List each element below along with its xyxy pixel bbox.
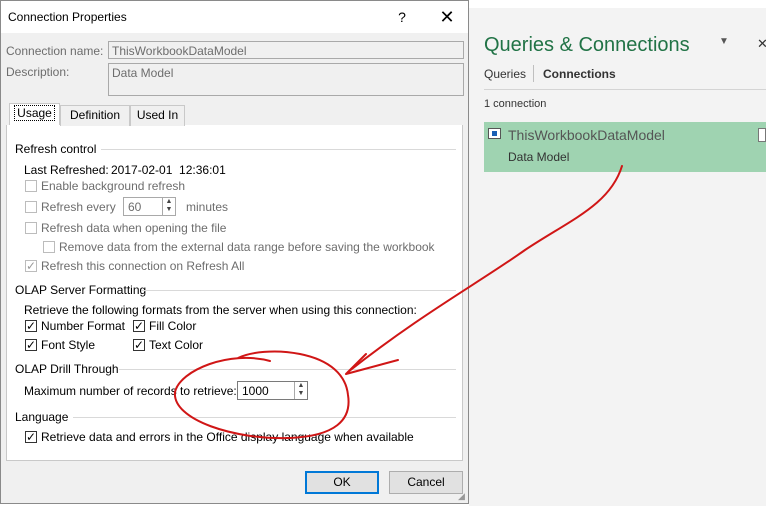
spinner-buttons[interactable]: ▲ ▼	[294, 382, 307, 399]
remove-data-checkbox[interactable]	[43, 241, 55, 253]
refresh-all-checkbox[interactable]: ✓	[25, 260, 37, 272]
fill-color-checkbox[interactable]: ✓	[133, 320, 145, 332]
spin-up-icon[interactable]: ▲	[295, 382, 307, 390]
pane-divider	[484, 89, 766, 90]
dialog-title: Connection Properties	[8, 10, 127, 24]
connection-count: 1 connection	[484, 98, 547, 110]
retrieve-language-checkbox[interactable]: ✓	[25, 431, 37, 443]
max-records-label: Maximum number of records to retrieve:	[24, 384, 237, 398]
section-divider	[73, 417, 456, 418]
font-style-label: Font Style	[41, 338, 96, 352]
description-label: Description:	[6, 65, 70, 79]
refresh-all-label: Refresh this connection on Refresh All	[41, 259, 245, 273]
connection-name-field[interactable]: ThisWorkbookDataModel	[108, 41, 464, 59]
resize-grip-icon[interactable]: ◢	[458, 491, 465, 502]
tab-usage-label: Usage	[14, 105, 55, 121]
background-refresh-label: Enable background refresh	[41, 179, 186, 193]
connection-item-name: ThisWorkbookDataModel	[508, 127, 665, 143]
font-style-checkbox[interactable]: ✓	[25, 339, 37, 351]
max-records-spinner[interactable]: 1000 ▲ ▼	[237, 381, 308, 400]
description-field[interactable]: Data Model	[108, 63, 464, 96]
ok-button[interactable]: OK	[305, 471, 379, 494]
number-format-label: Number Format	[41, 319, 126, 333]
pane-title: Queries & Connections	[484, 34, 690, 56]
spinner-buttons[interactable]: ▲ ▼	[162, 198, 175, 215]
refresh-every-label: Refresh every	[41, 200, 116, 214]
remove-data-label: Remove data from the external data range…	[59, 240, 435, 254]
olap-drill-heading: OLAP Drill Through	[15, 362, 119, 376]
tab-definition[interactable]: Definition	[60, 105, 130, 126]
spin-up-icon[interactable]: ▲	[163, 198, 175, 206]
scrollbar-handle[interactable]	[758, 128, 766, 142]
close-button[interactable]: ✕	[433, 4, 461, 30]
section-divider	[101, 149, 456, 150]
last-refreshed-value: 2017-02-01 12:36:01	[111, 163, 226, 177]
text-color-checkbox[interactable]: ✓	[133, 339, 145, 351]
max-records-value: 1000	[242, 384, 269, 398]
retrieve-language-label: Retrieve data and errors in the Office d…	[41, 430, 414, 444]
refresh-control-heading: Refresh control	[15, 142, 97, 156]
olap-formatting-description: Retrieve the following formats from the …	[24, 303, 417, 317]
connection-properties-dialog: Connection Properties ? ✕ Connection nam…	[0, 0, 469, 504]
connection-name-label: Connection name:	[6, 44, 104, 58]
pane-top-strip	[469, 0, 766, 8]
tab-usage[interactable]: Usage	[9, 103, 60, 125]
refresh-on-open-label: Refresh data when opening the file	[41, 221, 227, 235]
help-button[interactable]: ?	[390, 5, 414, 29]
fill-color-label: Fill Color	[149, 319, 197, 333]
pane-options-icon[interactable]: ▼	[719, 36, 729, 47]
background-refresh-checkbox[interactable]	[25, 180, 37, 192]
connection-icon-detail	[492, 131, 497, 136]
olap-formatting-heading: OLAP Server Formatting	[15, 283, 147, 297]
minutes-label: minutes	[186, 200, 229, 214]
section-divider	[119, 369, 456, 370]
refresh-minutes-value: 60	[128, 200, 142, 214]
connection-item-description: Data Model	[508, 150, 570, 164]
refresh-minutes-spinner[interactable]: 60 ▲ ▼	[123, 197, 176, 216]
spin-down-icon[interactable]: ▼	[295, 390, 307, 398]
text-color-label: Text Color	[149, 338, 204, 352]
tab-used-in[interactable]: Used In	[130, 105, 185, 126]
refresh-on-open-checkbox[interactable]	[25, 222, 37, 234]
tab-separator	[533, 65, 534, 82]
section-divider	[141, 290, 456, 291]
last-refreshed-label: Last Refreshed:	[24, 163, 109, 177]
number-format-checkbox[interactable]: ✓	[25, 320, 37, 332]
tab-connections[interactable]: Connections	[543, 67, 616, 81]
language-heading: Language	[15, 410, 69, 424]
refresh-every-checkbox[interactable]	[25, 201, 37, 213]
cancel-button[interactable]: Cancel	[389, 471, 463, 494]
tab-queries[interactable]: Queries	[484, 67, 526, 81]
pane-close-icon[interactable]: ✕	[757, 36, 766, 52]
spin-down-icon[interactable]: ▼	[163, 206, 175, 214]
